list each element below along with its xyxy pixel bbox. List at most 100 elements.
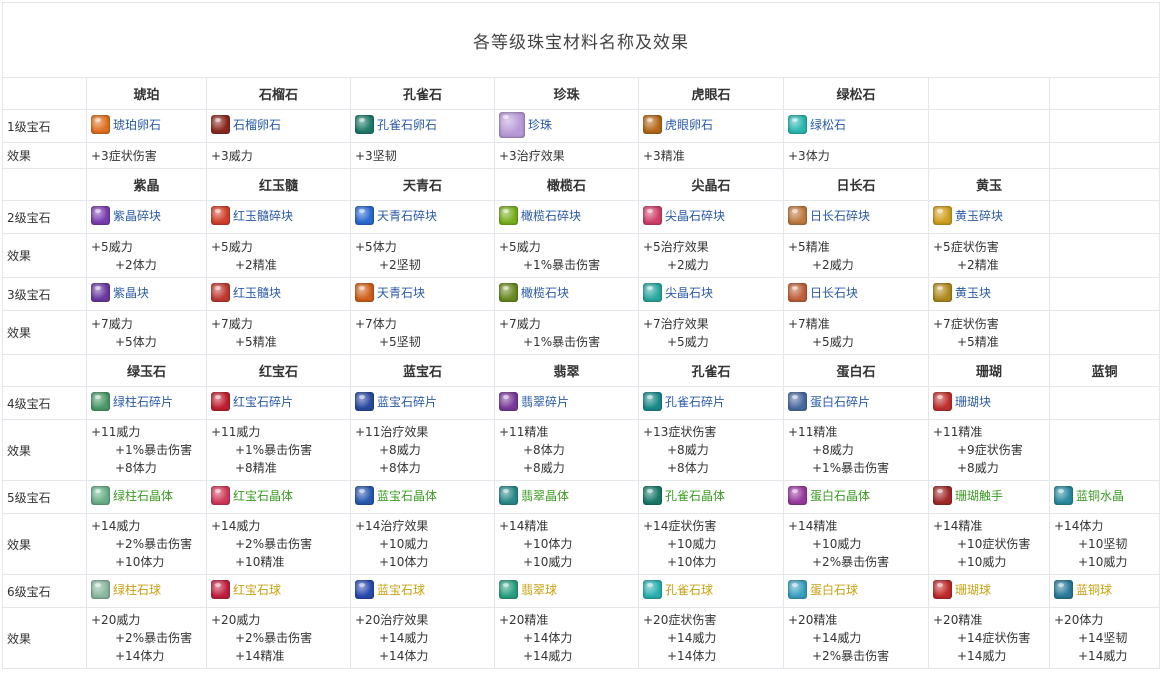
- gem-item[interactable]: 蓝宝石碎片: [355, 392, 437, 411]
- gem-name-link[interactable]: 红玉髓块: [233, 284, 281, 301]
- gem-cell: 珊瑚球: [928, 574, 1050, 608]
- gem-item[interactable]: 尖晶石碎块: [643, 206, 725, 225]
- gem-icon: [91, 206, 110, 225]
- gem-name-link[interactable]: 红宝石晶体: [233, 487, 293, 504]
- gem-item[interactable]: 蛋白石球: [788, 580, 858, 599]
- gem-name-link[interactable]: 绿柱石碎片: [113, 393, 173, 410]
- gem-item[interactable]: 蓝铜球: [1054, 580, 1112, 599]
- gem-name-link[interactable]: 紫晶碎块: [113, 207, 161, 224]
- gem-name-link[interactable]: 蓝宝石碎片: [377, 393, 437, 410]
- gem-name-link[interactable]: 尖晶石碎块: [665, 207, 725, 224]
- gem-name-link[interactable]: 蓝铜球: [1076, 581, 1112, 598]
- gem-item[interactable]: 蓝宝石球: [355, 580, 425, 599]
- gem-name-link[interactable]: 绿柱石晶体: [113, 487, 173, 504]
- gem-name-link[interactable]: 珊瑚球: [955, 581, 991, 598]
- gem-item[interactable]: 虎眼卵石: [643, 115, 713, 134]
- gem-item[interactable]: 尖晶石块: [643, 283, 713, 302]
- gem-item[interactable]: 红宝石碎片: [211, 392, 293, 411]
- gem-item[interactable]: 红玉髓碎块: [211, 206, 293, 225]
- gem-name-link[interactable]: 孔雀石晶体: [665, 487, 725, 504]
- gem-item[interactable]: 琥珀卵石: [91, 115, 161, 134]
- gem-item[interactable]: 石榴卵石: [211, 115, 281, 134]
- gem-item[interactable]: 珍珠: [499, 111, 552, 138]
- gem-name-link[interactable]: 橄榄石碎块: [521, 207, 581, 224]
- gem-item[interactable]: 珊瑚触手: [933, 486, 1003, 505]
- gem-item[interactable]: 珊瑚块: [933, 392, 991, 411]
- gem-item[interactable]: 橄榄石块: [499, 283, 569, 302]
- gem-name-link[interactable]: 天青石块: [377, 284, 425, 301]
- gem-item[interactable]: 绿柱石晶体: [91, 486, 173, 505]
- gem-name-link[interactable]: 绿松石: [810, 116, 846, 133]
- gem-name-link[interactable]: 珊瑚触手: [955, 487, 1003, 504]
- gem-item[interactable]: 红宝石球: [211, 580, 281, 599]
- gem-item[interactable]: 孔雀石晶体: [643, 486, 725, 505]
- gem-icon: [643, 283, 662, 302]
- gem-name-link[interactable]: 孔雀石碎片: [665, 393, 725, 410]
- gem-name-link[interactable]: 孔雀石球: [665, 581, 713, 598]
- gem-name-link[interactable]: 蛋白石碎片: [810, 393, 870, 410]
- gem-item[interactable]: 蓝宝石晶体: [355, 486, 437, 505]
- gem-item[interactable]: 绿柱石碎片: [91, 392, 173, 411]
- gem-name-link[interactable]: 珊瑚块: [955, 393, 991, 410]
- gem-item[interactable]: 蓝铜水晶: [1054, 486, 1124, 505]
- gem-name-link[interactable]: 红宝石球: [233, 581, 281, 598]
- gem-item[interactable]: 天青石碎块: [355, 206, 437, 225]
- gem-item[interactable]: 蛋白石碎片: [788, 392, 870, 411]
- gem-name-link[interactable]: 紫晶块: [113, 284, 149, 301]
- gem-item[interactable]: 天青石块: [355, 283, 425, 302]
- gem-item[interactable]: 紫晶碎块: [91, 206, 161, 225]
- gem-item[interactable]: 孔雀石碎片: [643, 392, 725, 411]
- gem-name-link[interactable]: 石榴卵石: [233, 116, 281, 133]
- gem-cell: 珊瑚块: [928, 386, 1050, 420]
- gem-name-link[interactable]: 红玉髓碎块: [233, 207, 293, 224]
- gem-type-header: 绿松石: [783, 77, 929, 110]
- gem-item[interactable]: 日长石块: [788, 283, 858, 302]
- gem-item[interactable]: 珊瑚球: [933, 580, 991, 599]
- gem-name-link[interactable]: 珍珠: [528, 116, 552, 133]
- effect-cell: +20体力 +14坚韧 +14威力: [1049, 607, 1160, 669]
- gem-item[interactable]: 绿松石: [788, 115, 846, 134]
- effect-line: +2体力: [115, 257, 157, 272]
- gem-name-link[interactable]: 虎眼卵石: [665, 116, 713, 133]
- gem-icon: [355, 283, 374, 302]
- gem-item[interactable]: 孔雀石球: [643, 580, 713, 599]
- gem-name-link[interactable]: 天青石碎块: [377, 207, 437, 224]
- gem-item[interactable]: 紫晶块: [91, 283, 149, 302]
- effect-line: +2%暴击伤害: [812, 649, 890, 663]
- gem-cell: 绿柱石球: [86, 574, 207, 608]
- gem-name-link[interactable]: 绿柱石球: [113, 581, 161, 598]
- gem-item[interactable]: 黄玉块: [933, 283, 991, 302]
- gem-item[interactable]: 日长石碎块: [788, 206, 870, 225]
- gem-name-link[interactable]: 孔雀石卵石: [377, 116, 437, 133]
- gem-name-link[interactable]: 蛋白石球: [810, 581, 858, 598]
- gem-item[interactable]: 蛋白石晶体: [788, 486, 870, 505]
- gem-item[interactable]: 绿柱石球: [91, 580, 161, 599]
- gem-item[interactable]: 红宝石晶体: [211, 486, 293, 505]
- effect-cell: +5精准 +2威力: [783, 233, 929, 278]
- gem-item[interactable]: 红玉髓块: [211, 283, 281, 302]
- gem-name-link[interactable]: 琥珀卵石: [113, 116, 161, 133]
- gem-item[interactable]: 翡翠碎片: [499, 392, 569, 411]
- gem-name-link[interactable]: 蓝宝石晶体: [377, 487, 437, 504]
- gem-item[interactable]: 翡翠球: [499, 580, 557, 599]
- gem-name-link[interactable]: 翡翠碎片: [521, 393, 569, 410]
- gem-item[interactable]: 橄榄石碎块: [499, 206, 581, 225]
- effect-cell: +5威力 +2体力: [86, 233, 207, 278]
- gem-name-link[interactable]: 蓝宝石球: [377, 581, 425, 598]
- gem-name-link[interactable]: 橄榄石块: [521, 284, 569, 301]
- gem-name-link[interactable]: 日长石碎块: [810, 207, 870, 224]
- gem-item[interactable]: 翡翠晶体: [499, 486, 569, 505]
- gem-name-link[interactable]: 翡翠球: [521, 581, 557, 598]
- gem-name-link[interactable]: 尖晶石块: [665, 284, 713, 301]
- gem-name-link[interactable]: 红宝石碎片: [233, 393, 293, 410]
- gem-name-link[interactable]: 蛋白石晶体: [810, 487, 870, 504]
- gem-name-link[interactable]: 日长石块: [810, 284, 858, 301]
- gem-name-link[interactable]: 黄玉碎块: [955, 207, 1003, 224]
- gem-name-link[interactable]: 翡翠晶体: [521, 487, 569, 504]
- gem-name-link[interactable]: 蓝铜水晶: [1076, 487, 1124, 504]
- gem-item[interactable]: 孔雀石卵石: [355, 115, 437, 134]
- gem-name-link[interactable]: 黄玉块: [955, 284, 991, 301]
- effect-cell: +11精准 +8威力 +1%暴击伤害: [783, 419, 929, 481]
- gem-item[interactable]: 黄玉碎块: [933, 206, 1003, 225]
- gem-cell: 珊瑚触手: [928, 480, 1050, 514]
